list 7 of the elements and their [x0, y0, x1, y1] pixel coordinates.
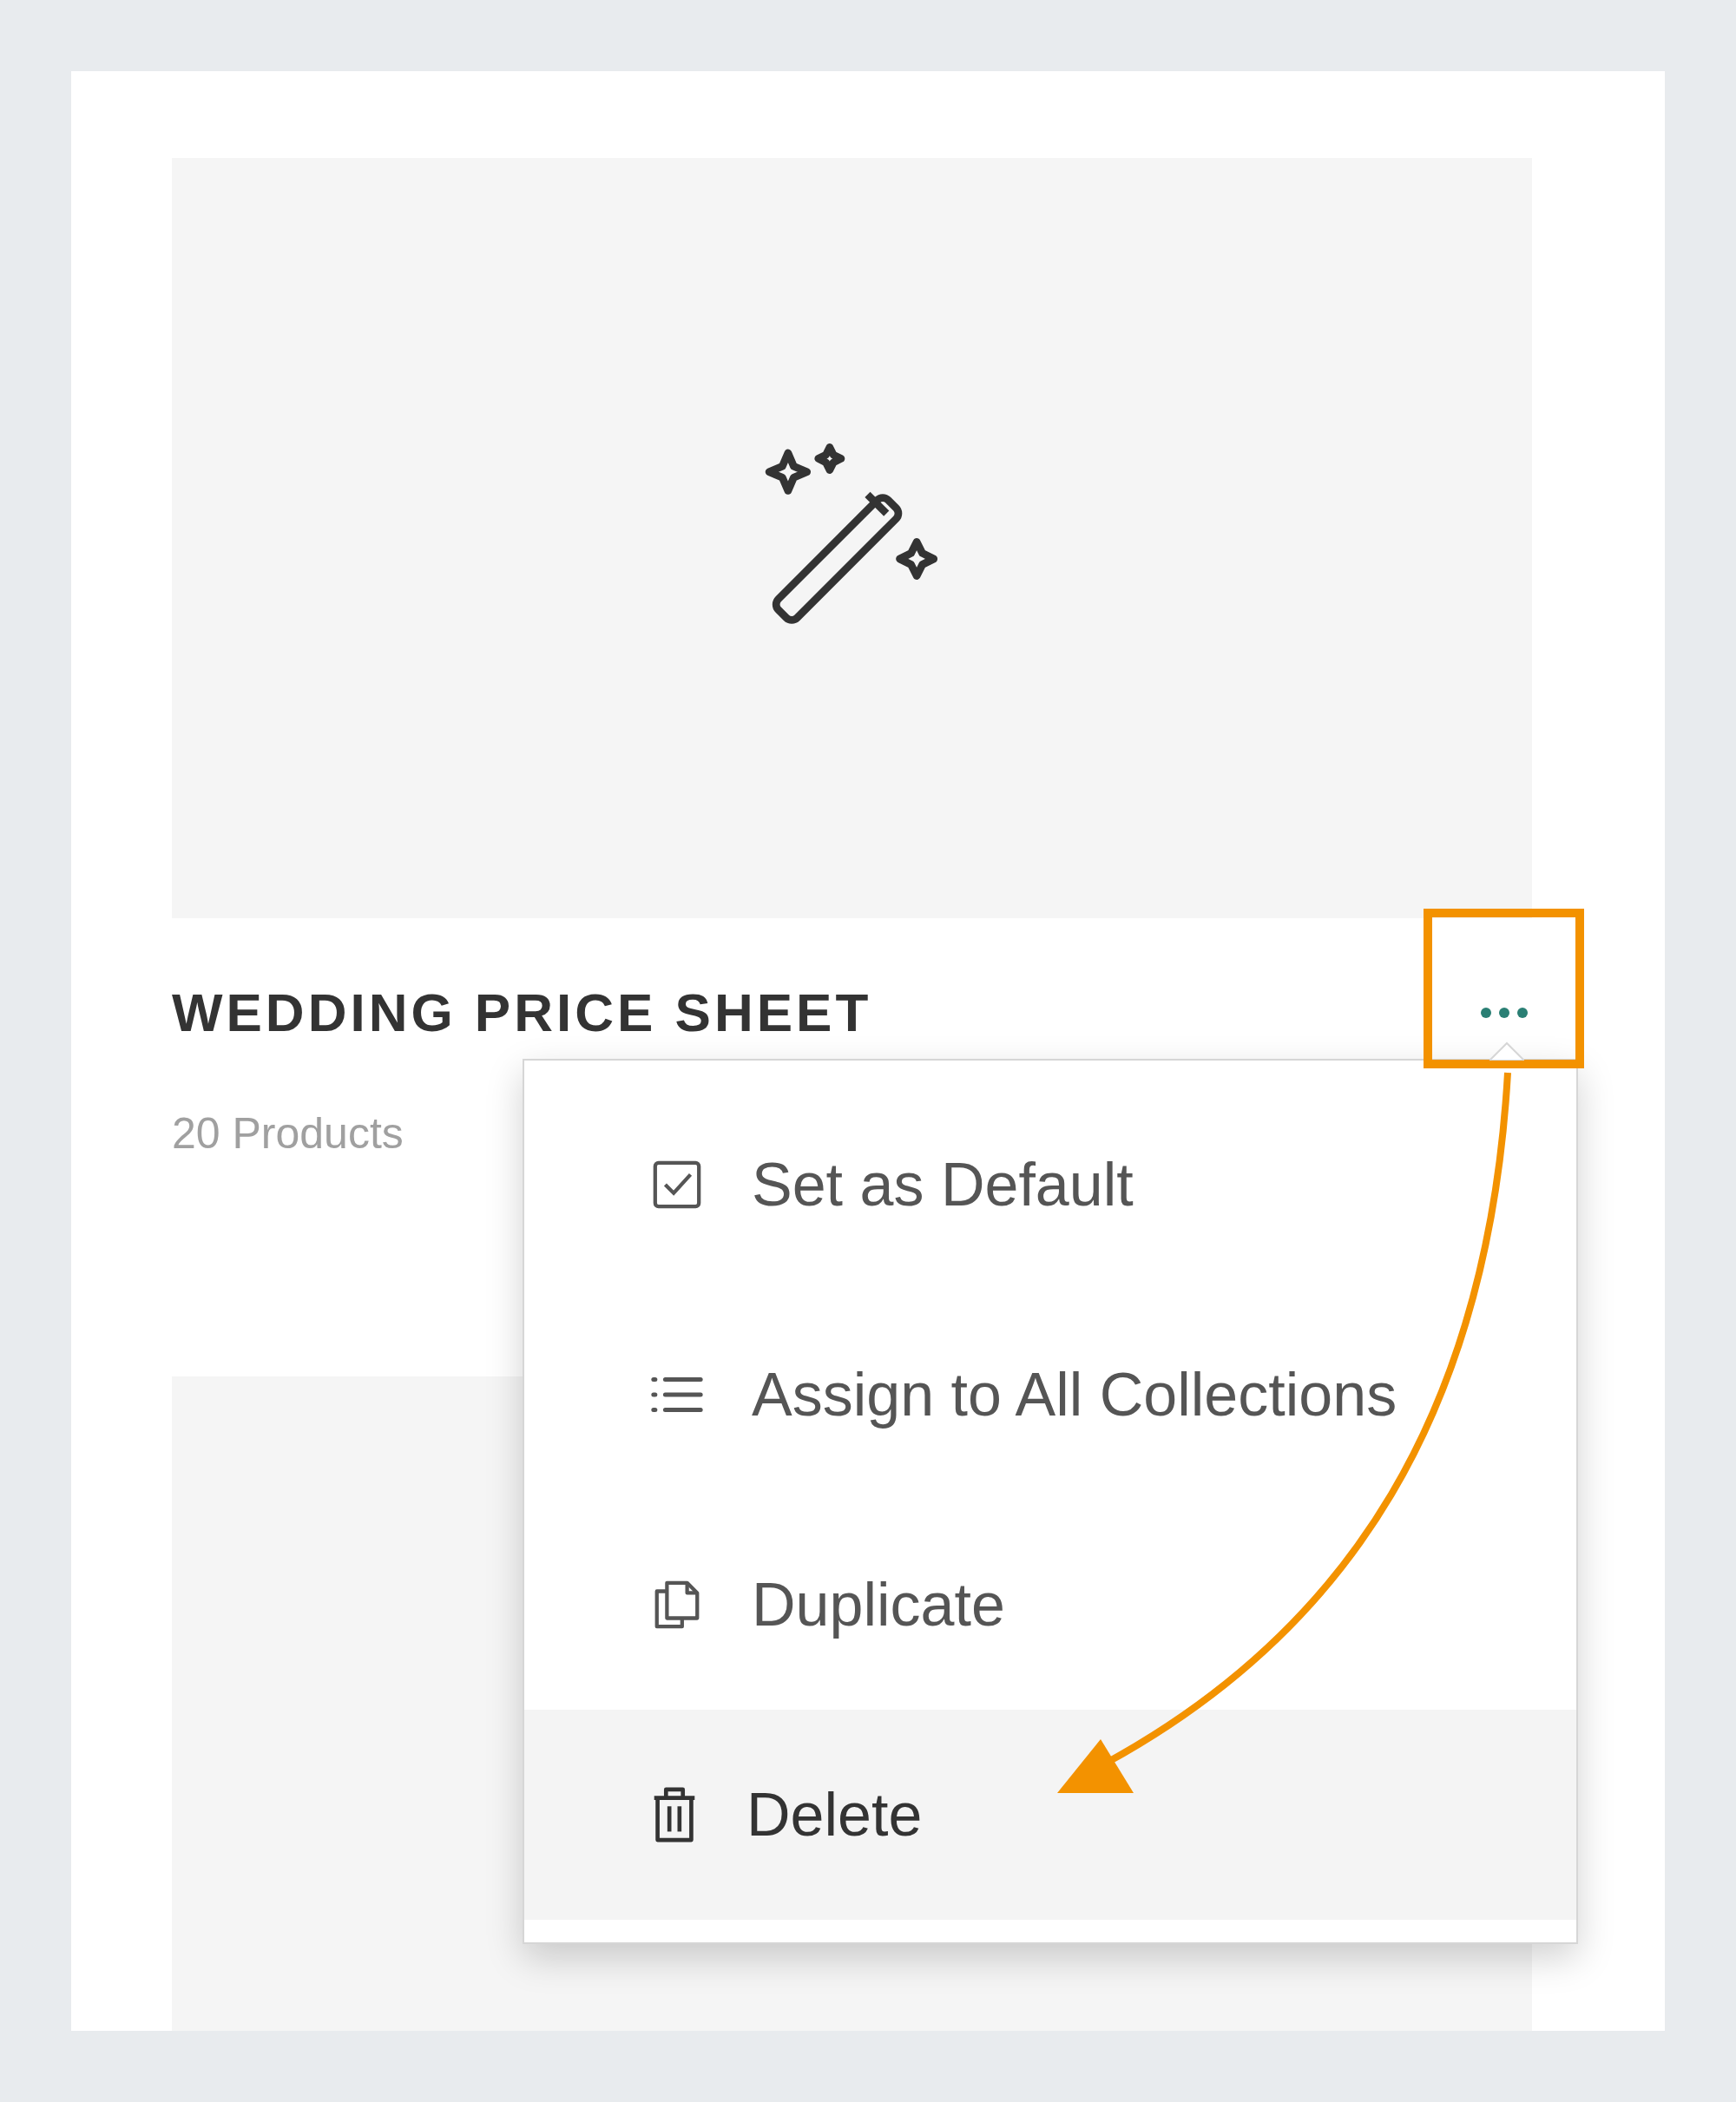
product-count: 20 Products [172, 1108, 404, 1160]
menu-item[interactable]: Delete [524, 1710, 1576, 1920]
more-icon [1478, 1007, 1530, 1020]
menu-item[interactable]: Assign to All Collections [524, 1290, 1576, 1500]
menu-item[interactable]: Duplicate [524, 1500, 1576, 1710]
card-title: WEDDING PRICE SHEET [172, 982, 872, 1044]
menu-item[interactable]: Set as Default [524, 1080, 1576, 1290]
